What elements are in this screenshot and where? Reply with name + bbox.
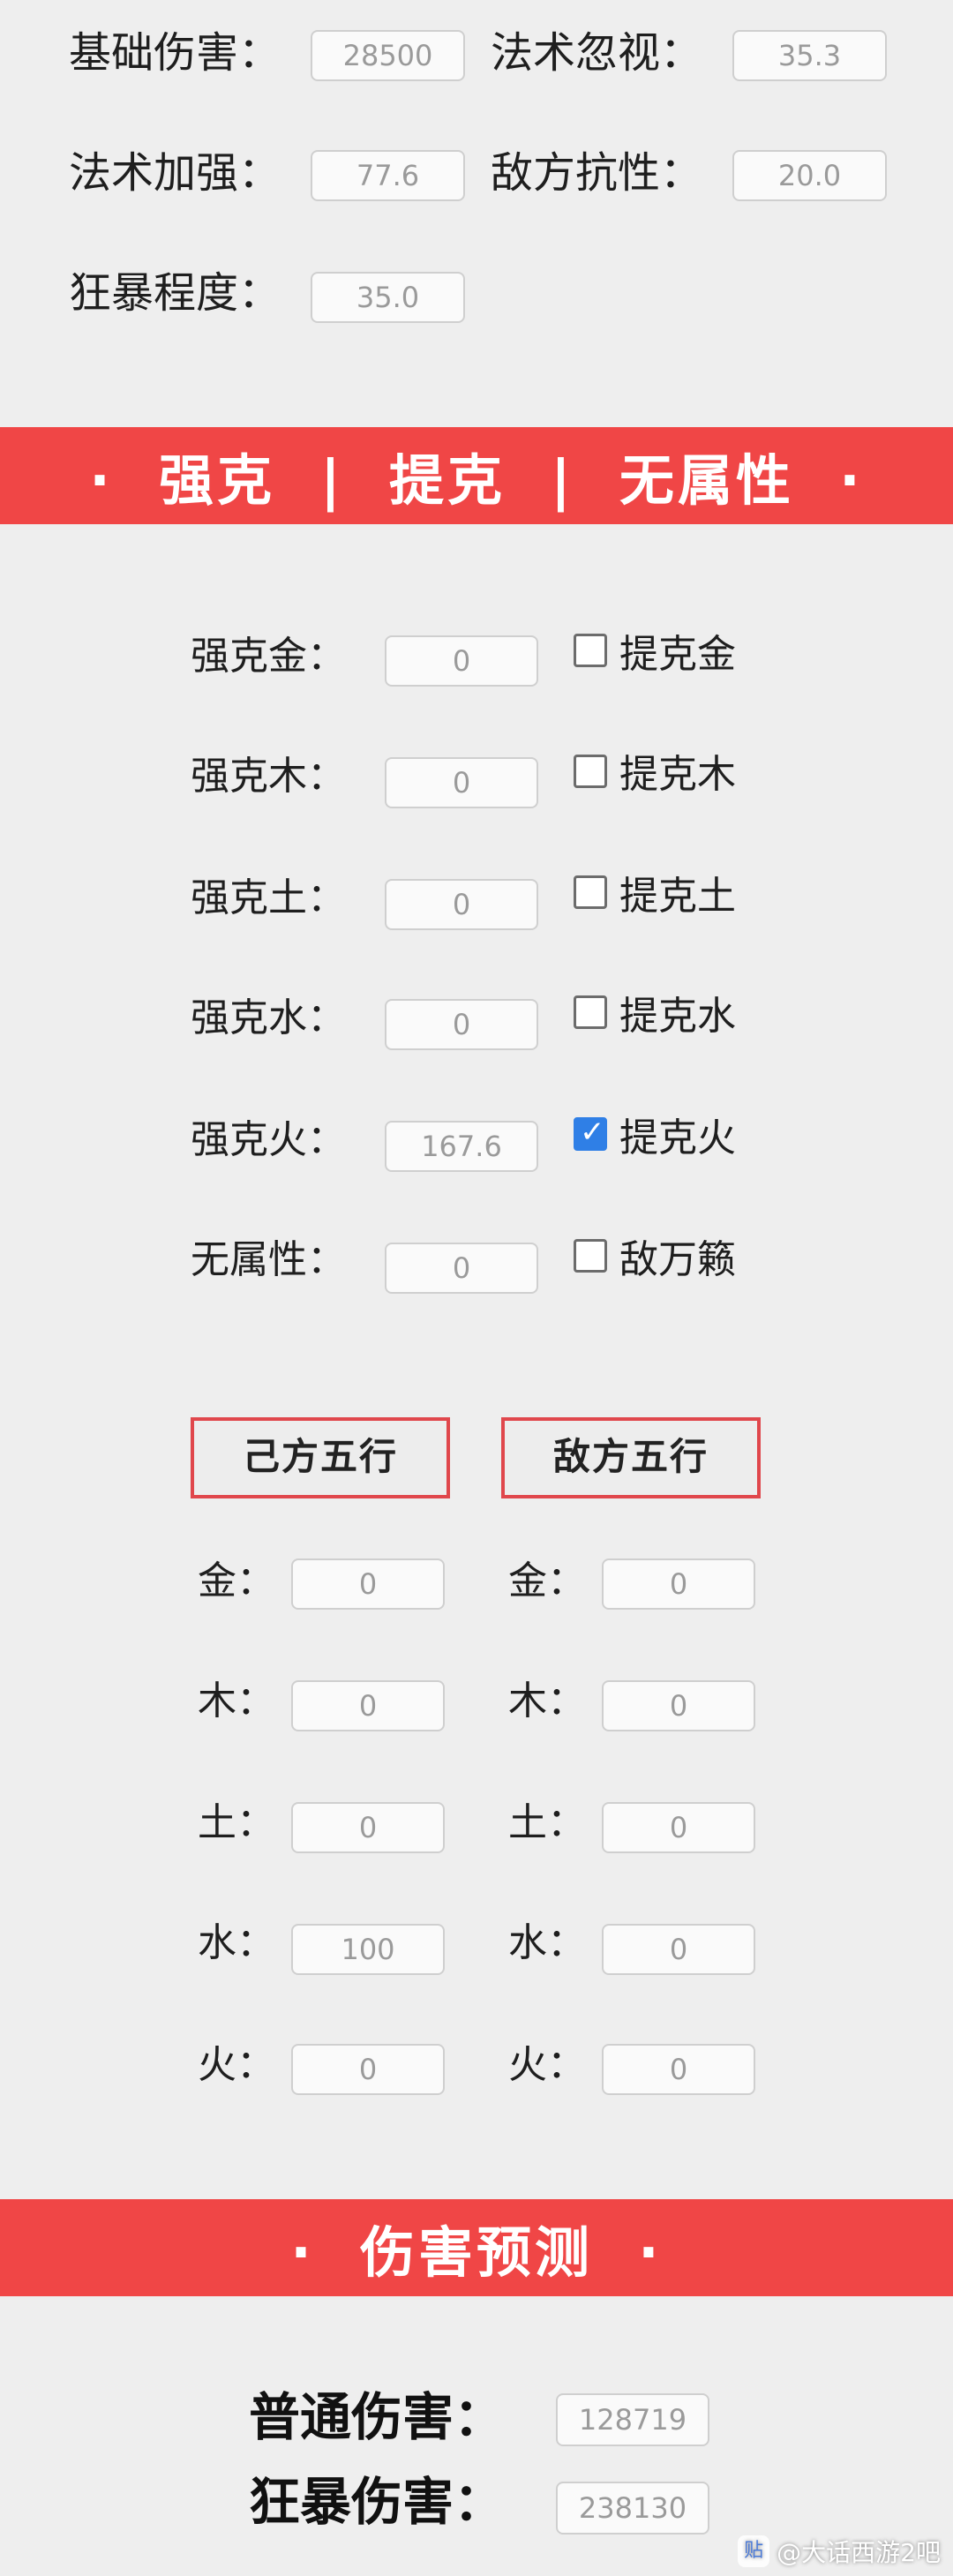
enemy-earth-label: 土： <box>508 1800 586 1845</box>
boost-water-label: 提克水 <box>619 994 736 1039</box>
boost-gold-label: 提克金 <box>619 632 736 677</box>
crit-damage-output <box>556 2482 709 2535</box>
enemy-wanlai-label: 敌万籁 <box>619 1237 736 1282</box>
tieba-icon: 贴 <box>738 2535 770 2567</box>
section-banner-restrain-text: · 强克 | 提克 | 无属性 · <box>89 448 864 513</box>
restrain-water-input[interactable] <box>385 999 538 1050</box>
self-gold-label: 金： <box>198 1558 275 1603</box>
enemy-resist-label: 敌方抗性： <box>491 148 703 198</box>
crit-damage-label: 狂暴伤害： <box>249 2472 506 2532</box>
enemy-resist-input[interactable] <box>732 150 887 201</box>
self-wood-label: 木： <box>198 1679 275 1724</box>
enemy-fire-label: 火： <box>508 2042 586 2087</box>
enemy-water-input[interactable] <box>602 1924 755 1975</box>
boost-earth-checkbox[interactable] <box>574 875 607 909</box>
self-wood-input[interactable] <box>291 1680 445 1731</box>
enemy-wood-label: 木： <box>508 1679 586 1724</box>
boost-wood-checkbox[interactable] <box>574 755 607 788</box>
crit-level-input[interactable] <box>311 272 465 323</box>
boost-fire-label: 提克火 <box>619 1115 736 1160</box>
self-fire-input[interactable] <box>291 2044 445 2095</box>
section-banner-damage-forecast: · 伤害预测 · <box>0 2199 953 2296</box>
section-banner-restrain: · 强克 | 提克 | 无属性 · <box>0 427 953 524</box>
self-fire-label: 火： <box>198 2042 275 2087</box>
self-earth-label: 土： <box>198 1800 275 1845</box>
normal-damage-output <box>556 2393 709 2446</box>
self-earth-input[interactable] <box>291 1802 445 1853</box>
boost-wood-label: 提克木 <box>619 752 736 797</box>
enemy-wood-input[interactable] <box>602 1680 755 1731</box>
magic-ignore-label: 法术忽视： <box>491 28 703 78</box>
checkmark-icon: ✓ <box>580 1115 605 1150</box>
restrain-wood-label: 强克木： <box>191 754 346 799</box>
enemy-earth-input[interactable] <box>602 1802 755 1853</box>
magic-boost-input[interactable] <box>311 150 465 201</box>
enemy-gold-input[interactable] <box>602 1558 755 1610</box>
boost-gold-checkbox[interactable] <box>574 634 607 667</box>
no-attribute-label: 无属性： <box>191 1237 346 1282</box>
no-attribute-input[interactable] <box>385 1243 538 1294</box>
enemy-fire-input[interactable] <box>602 2044 755 2095</box>
restrain-fire-input[interactable] <box>385 1121 538 1172</box>
boost-fire-checkbox[interactable]: ✓ <box>574 1115 607 1151</box>
restrain-earth-label: 强克土： <box>191 875 346 920</box>
base-damage-label: 基础伤害： <box>69 28 281 78</box>
watermark-text: @大话西游2吧 <box>777 2538 941 2567</box>
restrain-earth-input[interactable] <box>385 879 538 930</box>
magic-boost-label: 法术加强： <box>69 148 281 198</box>
restrain-water-label: 强克水： <box>191 995 346 1040</box>
restrain-gold-label: 强克金： <box>191 634 346 679</box>
section-banner-damage-forecast-text: · 伤害预测 · <box>290 2220 663 2285</box>
restrain-wood-input[interactable] <box>385 757 538 808</box>
enemy-wuxing-header[interactable]: 敌方五行 <box>501 1417 761 1498</box>
boost-earth-label: 提克土 <box>619 874 736 919</box>
restrain-gold-input[interactable] <box>385 635 538 687</box>
self-water-input[interactable] <box>291 1924 445 1975</box>
self-wuxing-header[interactable]: 己方五行 <box>191 1417 450 1498</box>
magic-ignore-input[interactable] <box>732 30 887 81</box>
self-water-label: 水： <box>198 1920 275 1965</box>
self-gold-input[interactable] <box>291 1558 445 1610</box>
normal-damage-label: 普通伤害： <box>249 2387 506 2447</box>
enemy-gold-label: 金： <box>508 1558 586 1603</box>
watermark: 贴 @大话西游2吧 <box>738 2534 941 2569</box>
enemy-wanlai-checkbox[interactable] <box>574 1239 607 1273</box>
base-damage-input[interactable] <box>311 30 465 81</box>
restrain-fire-label: 强克火： <box>191 1117 346 1162</box>
crit-level-label: 狂暴程度： <box>69 268 281 318</box>
boost-water-checkbox[interactable] <box>574 995 607 1029</box>
enemy-water-label: 水： <box>508 1920 586 1965</box>
